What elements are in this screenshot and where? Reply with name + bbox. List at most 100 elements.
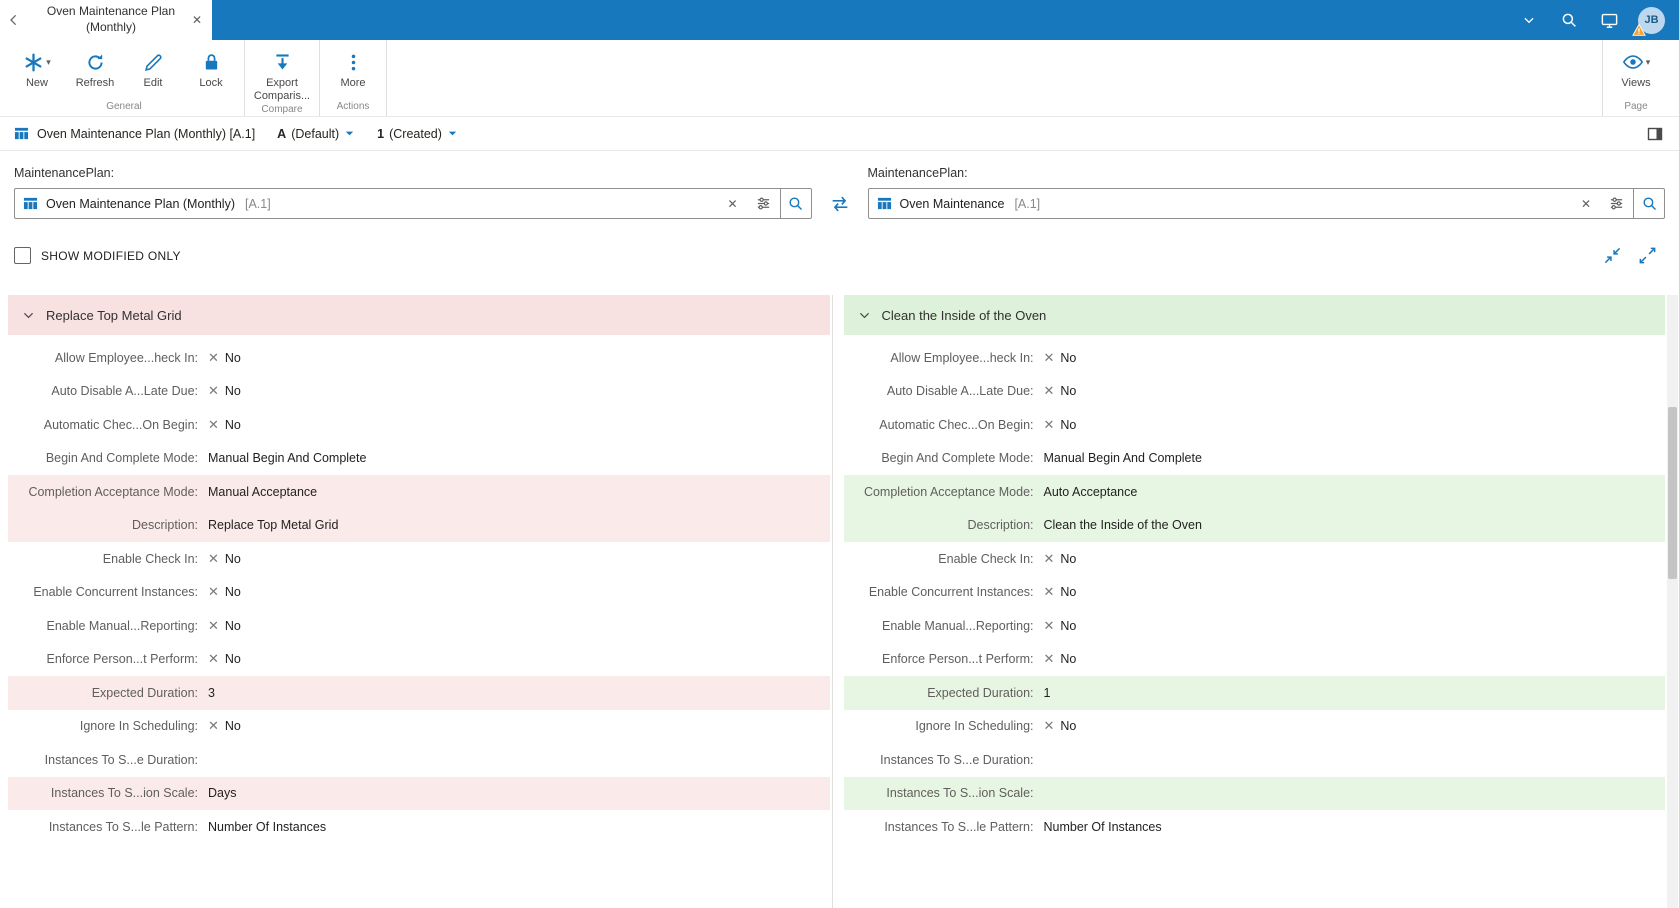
lock-button[interactable]: Lock bbox=[182, 42, 240, 90]
field-value: Manual Begin And Complete bbox=[208, 451, 366, 465]
field-value-text: Number Of Instances bbox=[1043, 819, 1162, 834]
left-selector-label: MaintenancePlan: bbox=[14, 166, 115, 180]
field-row: Instances To S...e Duration: bbox=[8, 743, 830, 777]
export-comparison-button[interactable]: Export Comparis... bbox=[249, 42, 315, 102]
filter-options-icon[interactable] bbox=[1600, 189, 1633, 218]
clear-icon[interactable]: ✕ bbox=[718, 189, 746, 218]
collapse-all-button[interactable] bbox=[1603, 246, 1622, 265]
devices-button[interactable] bbox=[1592, 0, 1626, 40]
field-label: Instances To S...ion Scale: bbox=[50, 786, 198, 801]
asterisk-icon bbox=[23, 52, 44, 73]
field-label: Ignore In Scheduling: bbox=[79, 719, 198, 734]
field-row: Auto Disable A...Late Due: ✕ No bbox=[844, 375, 1666, 409]
global-search-button[interactable] bbox=[1552, 0, 1586, 40]
field-row: Instances To S...e Duration: bbox=[844, 743, 1666, 777]
table-icon bbox=[23, 196, 38, 211]
field-row: Enable Manual...Reporting: ✕ No bbox=[844, 609, 1666, 643]
field-value-text: Auto Acceptance bbox=[1043, 484, 1138, 499]
topbar-overflow-button[interactable] bbox=[1512, 0, 1546, 40]
field-value: Number Of Instances bbox=[1044, 820, 1162, 834]
field-value: ✕ No bbox=[208, 651, 241, 667]
page-title: Oven Maintenance Plan (Monthly) [A.1] bbox=[37, 126, 256, 141]
clear-icon[interactable]: ✕ bbox=[1572, 189, 1600, 218]
more-button[interactable]: More bbox=[324, 42, 382, 90]
field-value: Number Of Instances bbox=[208, 820, 326, 834]
back-button[interactable] bbox=[0, 0, 28, 40]
field-label: Enable Check In: bbox=[938, 551, 1034, 566]
field-value: ✕ No bbox=[1044, 551, 1077, 567]
field-row: Description: Clean the Inside of the Oven bbox=[843, 508, 1665, 542]
search-icon[interactable] bbox=[779, 189, 811, 218]
group-label-page: Page bbox=[1624, 101, 1648, 112]
field-value-text: No bbox=[1060, 551, 1077, 566]
refresh-button[interactable]: Refresh bbox=[66, 42, 124, 90]
no-x-icon: ✕ bbox=[1043, 383, 1055, 399]
edit-button[interactable]: Edit bbox=[124, 42, 182, 90]
right-plan-combobox[interactable]: Oven Maintenance [A.1] ✕ bbox=[867, 188, 1665, 219]
expand-all-button[interactable] bbox=[1638, 246, 1657, 265]
filter-options-icon[interactable] bbox=[747, 189, 780, 218]
vertical-scrollbar[interactable] bbox=[1667, 295, 1678, 908]
field-label: Description: bbox=[967, 518, 1034, 533]
field-label: Enforce Person...t Perform: bbox=[882, 652, 1034, 667]
field-value-text: No bbox=[224, 585, 241, 600]
warning-icon bbox=[1632, 22, 1646, 37]
tab-oven-maintenance-plan[interactable]: Oven Maintenance Plan (Monthly) ✕ bbox=[28, 0, 212, 40]
scrollbar-thumb[interactable] bbox=[1668, 407, 1677, 579]
revision-dropdown[interactable]: A (Default) bbox=[277, 127, 355, 141]
export-download-icon bbox=[272, 52, 293, 73]
caret-down-icon: ▾ bbox=[1645, 56, 1651, 67]
field-row: Enable Concurrent Instances: ✕ No bbox=[8, 576, 830, 610]
no-x-icon: ✕ bbox=[208, 349, 219, 365]
field-label: Instances To S...e Duration: bbox=[880, 752, 1034, 767]
field-value: Clean the Inside of the Oven bbox=[1044, 518, 1202, 532]
field-row: Instances To S...ion Scale: Days bbox=[8, 776, 830, 810]
field-value: ✕ No bbox=[208, 584, 241, 600]
table-icon bbox=[877, 196, 892, 211]
no-x-icon: ✕ bbox=[1043, 349, 1055, 365]
field-value-text: No bbox=[1060, 417, 1077, 432]
panel-right-header[interactable]: Clean the Inside of the Oven bbox=[843, 295, 1665, 335]
field-value: ✕ No bbox=[208, 383, 241, 399]
field-row: Enable Concurrent Instances: ✕ No bbox=[844, 576, 1666, 610]
group-label-general: General bbox=[106, 101, 142, 112]
field-label: Instances To S...e Duration: bbox=[44, 752, 198, 767]
search-icon bbox=[1560, 11, 1578, 29]
field-label: Instances To S...ion Scale: bbox=[886, 786, 1034, 801]
views-button[interactable]: ▾ Views bbox=[1607, 42, 1665, 90]
field-label: Completion Acceptance Mode: bbox=[28, 484, 198, 499]
field-value-text: Replace Top Metal Grid bbox=[208, 518, 339, 533]
new-button[interactable]: ▾ New bbox=[8, 42, 66, 90]
chevron-down-icon bbox=[1522, 13, 1536, 27]
field-value-text: Clean the Inside of the Oven bbox=[1043, 518, 1202, 533]
search-icon[interactable] bbox=[1633, 189, 1664, 218]
field-value-text: No bbox=[1060, 384, 1077, 399]
field-row: Completion Acceptance Mode: Manual Accept… bbox=[8, 475, 830, 509]
panel-toggle-button[interactable] bbox=[1647, 126, 1663, 142]
avatar[interactable]: JB bbox=[1632, 6, 1665, 36]
field-value-text: No bbox=[1060, 652, 1077, 667]
right-plan-ref: [A.1] bbox=[1014, 196, 1041, 211]
left-selector: MaintenancePlan: Oven Maintenance Plan (… bbox=[14, 166, 812, 219]
table-icon bbox=[14, 126, 29, 141]
right-plan-value: Oven Maintenance bbox=[899, 196, 1005, 211]
chevron-left-icon bbox=[6, 12, 22, 28]
show-modified-checkbox[interactable] bbox=[14, 247, 31, 264]
state-dropdown[interactable]: 1 (Created) bbox=[377, 127, 458, 141]
tab-close-icon[interactable]: ✕ bbox=[188, 11, 206, 29]
avatar-initials: JB bbox=[1644, 14, 1659, 26]
left-plan-combobox[interactable]: Oven Maintenance Plan (Monthly) [A.1] ✕ bbox=[14, 188, 812, 219]
pencil-icon bbox=[143, 52, 164, 73]
field-value-text: Number Of Instances bbox=[208, 819, 327, 834]
panel-layout-icon bbox=[1647, 126, 1663, 142]
panel-left-header[interactable]: Replace Top Metal Grid bbox=[8, 295, 830, 335]
field-row: Instances To S...le Pattern: Number Of In… bbox=[844, 810, 1666, 844]
field-value-text: Days bbox=[208, 786, 237, 801]
field-value-text: No bbox=[224, 719, 241, 734]
field-row: Expected Duration: 3 bbox=[8, 676, 830, 710]
field-label: Enable Check In: bbox=[102, 551, 198, 566]
field-label: Enable Concurrent Instances: bbox=[868, 585, 1034, 600]
swap-sides-button[interactable] bbox=[829, 188, 851, 219]
no-x-icon: ✕ bbox=[208, 383, 219, 399]
field-label: Ignore In Scheduling: bbox=[915, 719, 1034, 734]
